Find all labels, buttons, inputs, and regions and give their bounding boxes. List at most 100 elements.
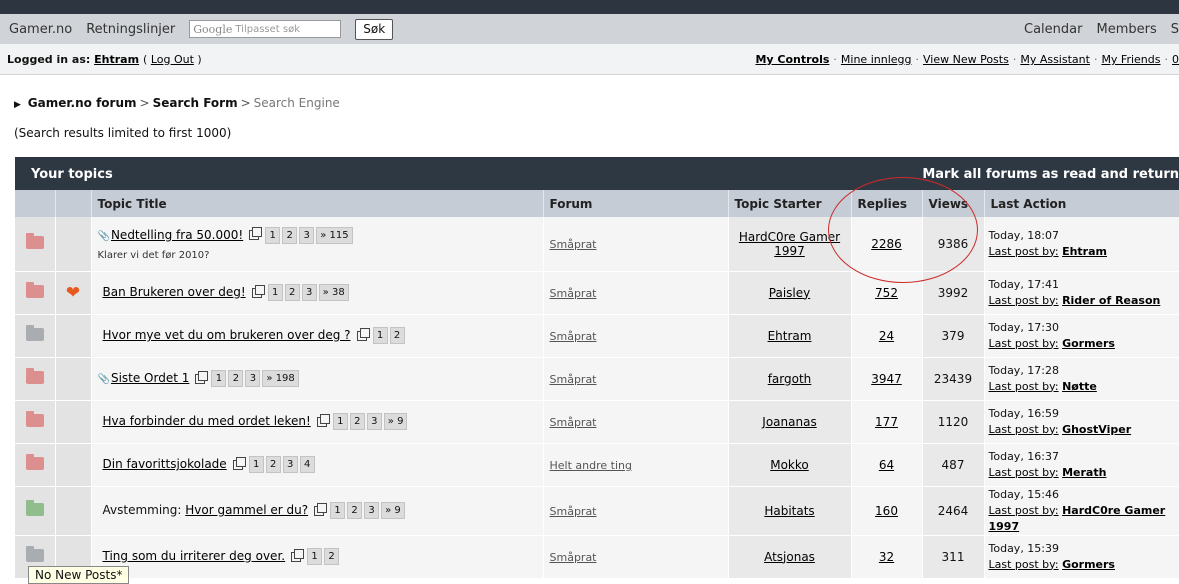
page-link[interactable]: 2	[324, 548, 339, 565]
last-post-label[interactable]: Last post by:	[989, 558, 1059, 571]
replies-link[interactable]: 752	[875, 286, 898, 300]
topic-link[interactable]: Hvor mye vet du om brukeren over deg ?	[103, 328, 351, 342]
forum-link[interactable]: Småprat	[550, 551, 597, 564]
replies-link[interactable]: 177	[875, 415, 898, 429]
topic-link[interactable]: Ting som du irriterer deg over.	[103, 549, 286, 563]
page-link[interactable]: 1	[330, 502, 345, 519]
replies-link[interactable]: 32	[879, 550, 894, 564]
forum-link[interactable]: Småprat	[550, 330, 597, 343]
starter-link[interactable]: Habitats	[764, 504, 814, 518]
page-link[interactable]: 3	[245, 370, 260, 387]
search-input[interactable]: Google Tilpasset søk	[189, 20, 341, 38]
starter-link[interactable]: fargoth	[768, 372, 812, 386]
last-poster-link[interactable]: Merath	[1062, 466, 1106, 479]
last-poster-link[interactable]: Gormers	[1062, 337, 1115, 350]
replies-link[interactable]: 24	[879, 329, 894, 343]
page-link[interactable]: 4	[300, 456, 315, 473]
nav-link-members[interactable]: Members	[1096, 22, 1156, 37]
forum-link[interactable]: Småprat	[550, 416, 597, 429]
nav-link-retningslinjer[interactable]: Retningslinjer	[86, 22, 175, 37]
page-link[interactable]: 3	[302, 284, 317, 301]
col-views[interactable]: Views	[922, 190, 984, 217]
last-poster-link[interactable]: Nøtte	[1062, 380, 1097, 393]
page-link[interactable]: 2	[266, 456, 281, 473]
page-link[interactable]: » 198	[262, 370, 298, 387]
folder-icon[interactable]	[26, 328, 44, 341]
page-link[interactable]: 3	[367, 413, 382, 430]
page-link[interactable]: 1	[307, 548, 322, 565]
starter-link[interactable]: Joananas	[762, 415, 816, 429]
nav-link-search[interactable]: S	[1171, 22, 1179, 37]
last-post-label[interactable]: Last post by:	[989, 294, 1059, 307]
topic-link[interactable]: Ban Brukeren over deg!	[103, 285, 246, 299]
forum-link[interactable]: Småprat	[550, 505, 597, 518]
starter-link[interactable]: Ehtram	[768, 329, 812, 343]
page-link[interactable]: 1	[373, 327, 388, 344]
forum-link[interactable]: Helt andre ting	[550, 459, 632, 472]
my-friends-link[interactable]: My Friends	[1101, 53, 1160, 66]
page-link[interactable]: 3	[283, 456, 298, 473]
topic-link[interactable]: Hvor gammel er du?	[185, 503, 308, 517]
starter-link[interactable]: Atsjonas	[764, 550, 815, 564]
last-post-label[interactable]: Last post by:	[989, 423, 1059, 436]
page-link[interactable]: 1	[265, 227, 280, 244]
folder-icon[interactable]	[26, 549, 44, 562]
topic-link[interactable]: Siste Ordet 1	[111, 371, 189, 385]
page-link[interactable]: 2	[390, 327, 405, 344]
starter-link[interactable]: Paisley	[769, 286, 810, 300]
last-post-label[interactable]: Last post by:	[989, 337, 1059, 350]
nav-link-calendar[interactable]: Calendar	[1024, 22, 1082, 37]
page-link[interactable]: 1	[211, 370, 226, 387]
my-controls-link[interactable]: My Controls	[755, 53, 829, 66]
nav-link-gamer[interactable]: Gamer.no	[9, 22, 72, 37]
last-post-label[interactable]: Last post by:	[989, 380, 1059, 393]
forum-link[interactable]: Småprat	[550, 238, 597, 251]
page-link[interactable]: 2	[350, 413, 365, 430]
search-button[interactable]: Søk	[355, 19, 393, 40]
col-last-action[interactable]: Last Action	[984, 190, 1179, 217]
folder-icon[interactable]	[26, 503, 44, 516]
topic-link[interactable]: Nedtelling fra 50.000!	[111, 228, 243, 242]
folder-icon[interactable]	[26, 236, 44, 249]
topic-link[interactable]: Din favorittsjokolade	[103, 457, 227, 471]
folder-icon[interactable]	[26, 457, 44, 470]
replies-link[interactable]: 2286	[871, 237, 902, 251]
forum-link[interactable]: Småprat	[550, 287, 597, 300]
page-link[interactable]: 3	[299, 227, 314, 244]
last-post-label[interactable]: Last post by:	[989, 504, 1059, 517]
page-link[interactable]: » 9	[384, 413, 408, 430]
page-link[interactable]: 3	[364, 502, 379, 519]
breadcrumb-forum[interactable]: Gamer.no forum	[28, 96, 137, 110]
messages-link[interactable]: 0	[1172, 53, 1179, 66]
page-link[interactable]: 2	[285, 284, 300, 301]
page-link[interactable]: 1	[268, 284, 283, 301]
last-poster-link[interactable]: Gormers	[1062, 558, 1115, 571]
replies-link[interactable]: 64	[879, 458, 894, 472]
starter-link[interactable]: Mokko	[770, 458, 809, 472]
last-post-label[interactable]: Last post by:	[989, 245, 1059, 258]
mine-innlegg-link[interactable]: Mine innlegg	[841, 53, 912, 66]
page-link[interactable]: 2	[282, 227, 297, 244]
my-assistant-link[interactable]: My Assistant	[1020, 53, 1090, 66]
username-link[interactable]: Ehtram	[94, 53, 139, 66]
last-poster-link[interactable]: GhostViper	[1062, 423, 1131, 436]
starter-link[interactable]: HardC0re Gamer 1997	[739, 230, 840, 258]
page-link[interactable]: 1	[333, 413, 348, 430]
replies-link[interactable]: 160	[875, 504, 898, 518]
page-link[interactable]: » 38	[319, 284, 349, 301]
page-link[interactable]: » 9	[381, 502, 405, 519]
view-new-posts-link[interactable]: View New Posts	[923, 53, 1009, 66]
last-post-label[interactable]: Last post by:	[989, 466, 1059, 479]
folder-icon[interactable]	[26, 285, 44, 298]
mark-read-link[interactable]: Mark all forums as read and return	[922, 167, 1179, 182]
page-link[interactable]: 2	[347, 502, 362, 519]
replies-link[interactable]: 3947	[871, 372, 902, 386]
col-topic-title[interactable]: Topic Title	[91, 190, 543, 217]
folder-icon[interactable]	[26, 414, 44, 427]
page-link[interactable]: 2	[228, 370, 243, 387]
folder-icon[interactable]	[26, 371, 44, 384]
topic-link[interactable]: Hva forbinder du med ordet leken!	[103, 414, 311, 428]
forum-link[interactable]: Småprat	[550, 373, 597, 386]
col-forum[interactable]: Forum	[543, 190, 728, 217]
page-link[interactable]: » 115	[316, 227, 352, 244]
